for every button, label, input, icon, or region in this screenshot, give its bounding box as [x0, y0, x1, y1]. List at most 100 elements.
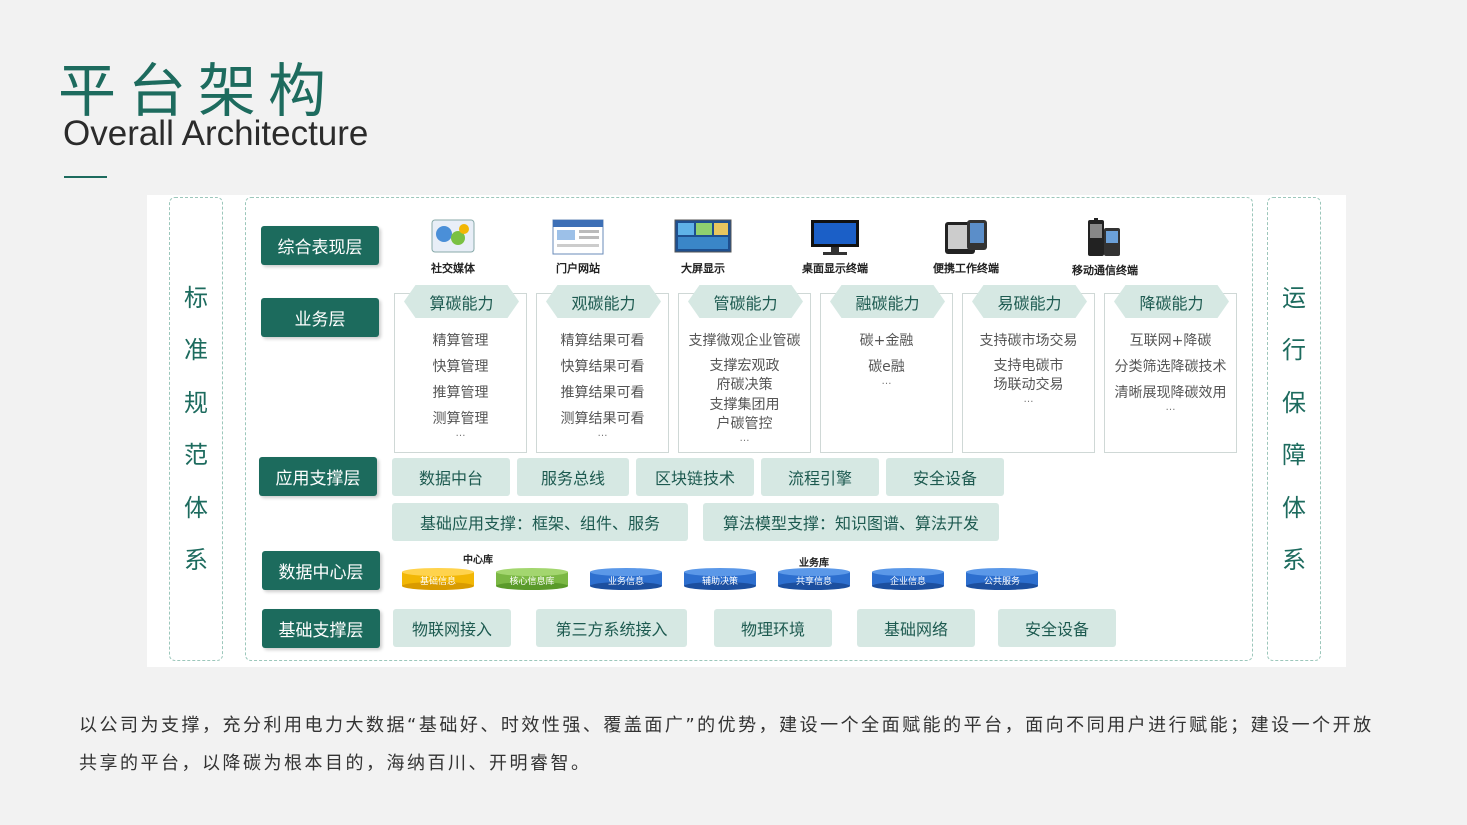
database-label: 共享信息 — [795, 577, 832, 587]
business-box: 算碳能力 精算管理 快算管理 推算管理 测算管理 … — [394, 285, 527, 453]
app-support-item: 数据中台 — [392, 458, 510, 496]
side-char: 行 — [1282, 336, 1306, 364]
business-item-more: … — [739, 433, 750, 444]
business-box-title: 融碳能力 — [830, 285, 945, 318]
business-item: 支持电碳市场联动交易 — [993, 358, 1064, 393]
database-label: 基础信息 — [419, 577, 456, 587]
layer-infra: 基础支撑层 — [262, 609, 380, 648]
description-text: 以公司为支撑，充分利用电力大数据“基础好、时效性强、覆盖面广”的优势，建设一个全… — [79, 715, 1374, 774]
device-label: 社交媒体 — [431, 262, 475, 275]
business-item: 推算结果可看 — [560, 385, 645, 401]
db-caption-center: 中心库 — [463, 555, 493, 566]
business-item: 快算管理 — [432, 359, 489, 375]
business-item-more: … — [1165, 402, 1176, 413]
portal-website-icon — [552, 219, 604, 255]
business-item: 支撑集团用户碳管控 — [709, 397, 780, 432]
business-item: 清晰展现降碳效用 — [1114, 385, 1227, 401]
device-label: 移动通信终端 — [1072, 264, 1138, 277]
app-support-item: 算法模型支撑：知识图谱、算法开发 — [703, 503, 999, 541]
database-item: 公共服务 — [966, 568, 1038, 590]
business-box: 降碳能力 互联网+降碳 分类筛选降碳技术 清晰展现降碳效用 … — [1104, 285, 1237, 453]
architecture-diagram: 标 准 规 范 体 系 运 行 保 障 体 系 综合表现层 业务层 应用支撑层 … — [147, 195, 1346, 667]
business-box-title: 观碳能力 — [546, 285, 661, 318]
business-item-more: … — [597, 428, 608, 439]
database-label: 公共服务 — [983, 577, 1020, 587]
app-support-item: 流程引擎 — [761, 458, 879, 496]
database-label: 核心信息库 — [509, 577, 555, 587]
business-item: 支撑微观企业管碳 — [688, 333, 801, 349]
layer-presentation: 综合表现层 — [261, 226, 379, 265]
side-char: 体 — [184, 493, 208, 522]
business-box: 管碳能力 支撑微观企业管碳 支撑宏观政府碳决策 支撑集团用户碳管控 … — [678, 285, 811, 453]
social-media-icon — [431, 219, 475, 253]
side-char: 系 — [184, 546, 208, 574]
side-char: 标 — [184, 283, 208, 312]
mobile-phone-icon — [1088, 218, 1120, 256]
infra-item: 安全设备 — [998, 609, 1116, 647]
device-label: 门户网站 — [556, 262, 600, 275]
device-desktop-monitor: 桌面显示终端 — [780, 218, 890, 276]
business-item-more: … — [455, 428, 466, 439]
business-item: 测算管理 — [432, 411, 489, 427]
big-screen-icon — [674, 219, 732, 253]
business-item: 分类筛选降碳技术 — [1114, 359, 1227, 375]
side-char: 运 — [1282, 283, 1306, 312]
tablet-icon — [945, 220, 987, 254]
business-box-title: 易碳能力 — [972, 285, 1087, 318]
business-item: 快算结果可看 — [560, 359, 645, 375]
business-item: 精算结果可看 — [560, 333, 645, 349]
device-label: 桌面显示终端 — [802, 262, 868, 275]
business-item: 支撑宏观政府碳决策 — [709, 358, 780, 393]
layer-data-center: 数据中心层 — [262, 551, 380, 590]
business-box-title: 算碳能力 — [404, 285, 519, 318]
business-item: 碳e融 — [868, 359, 905, 375]
database-item: 辅助决策 — [684, 568, 756, 590]
app-support-item: 服务总线 — [517, 458, 629, 496]
business-box-title: 降碳能力 — [1114, 285, 1229, 318]
database-label: 辅助决策 — [701, 577, 738, 587]
database-label: 业务信息 — [607, 577, 644, 587]
db-caption-business: 业务库 — [799, 558, 829, 569]
database-item: 业务信息 — [590, 568, 662, 590]
title-underline — [64, 176, 107, 178]
business-box: 融碳能力 碳+金融 碳e融 … — [820, 285, 953, 453]
side-char: 准 — [184, 336, 208, 364]
side-char: 体 — [1282, 493, 1306, 522]
infra-item: 第三方系统接入 — [536, 609, 687, 647]
device-label: 大屏显示 — [681, 262, 725, 275]
database-item: 企业信息 — [872, 568, 944, 590]
main-architecture-frame: 综合表现层 业务层 应用支撑层 数据中心层 基础支撑层 社交媒体 门户网站 大屏… — [245, 197, 1253, 661]
operation-support-column: 运 行 保 障 体 系 — [1267, 197, 1321, 661]
side-char: 保 — [1282, 388, 1306, 417]
database-label: 企业信息 — [889, 577, 926, 587]
layer-app-support: 应用支撑层 — [259, 457, 377, 496]
business-item: 支持碳市场交易 — [979, 333, 1078, 349]
business-item: 测算结果可看 — [560, 411, 645, 427]
business-item: 碳+金融 — [859, 333, 914, 349]
business-item-more: … — [1023, 394, 1034, 405]
app-support-item: 基础应用支撑：框架、组件、服务 — [392, 503, 688, 541]
side-char: 系 — [1282, 546, 1306, 574]
business-box: 易碳能力 支持碳市场交易 支持电碳市场联动交易 … — [962, 285, 1095, 453]
layer-business: 业务层 — [261, 298, 379, 337]
device-label: 便携工作终端 — [933, 262, 999, 275]
app-support-item: 安全设备 — [886, 458, 1004, 496]
database-item: 核心信息库 — [496, 568, 568, 590]
device-tablet: 便携工作终端 — [911, 218, 1021, 276]
business-box: 观碳能力 精算结果可看 快算结果可看 推算结果可看 测算结果可看 … — [536, 285, 669, 453]
device-big-screen: 大屏显示 — [648, 218, 758, 276]
infra-item: 物联网接入 — [393, 609, 511, 647]
side-char: 规 — [184, 388, 208, 417]
database-item: 基础信息 — [402, 568, 474, 590]
standards-system-column: 标 准 规 范 体 系 — [169, 197, 223, 661]
business-item: 互联网+降碳 — [1129, 333, 1212, 349]
infra-item: 物理环境 — [714, 609, 832, 647]
page-subtitle: Overall Architecture — [63, 114, 369, 153]
business-item: 推算管理 — [432, 385, 489, 401]
side-char: 范 — [184, 441, 208, 469]
device-social-media: 社交媒体 — [398, 218, 508, 276]
business-item: 精算管理 — [432, 333, 489, 349]
side-char: 障 — [1282, 441, 1306, 469]
business-item-more: … — [881, 376, 892, 387]
desktop-monitor-icon — [811, 220, 859, 255]
